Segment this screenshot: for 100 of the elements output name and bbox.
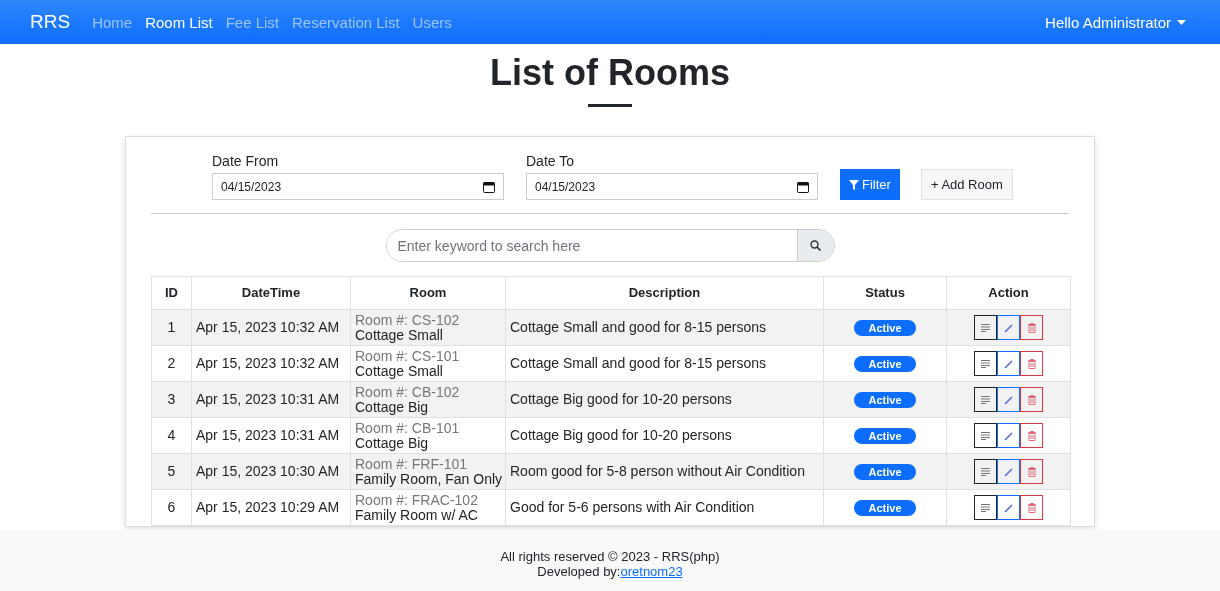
delete-button[interactable] (1020, 423, 1043, 448)
page-title: List of Rooms (490, 52, 730, 94)
field-label: Date To (526, 153, 575, 169)
lines-icon (981, 467, 990, 476)
calendar-icon (483, 180, 495, 193)
table-cell: Apr 15, 2023 10:30 AM (191, 453, 351, 490)
room-number: Room #: CB-102 (355, 384, 461, 400)
trash-icon (1027, 502, 1036, 513)
search-field[interactable]: Enter keyword to search here (385, 229, 835, 262)
view-button[interactable] (974, 423, 997, 448)
table-cell: Cottage Big good for 10-20 persons (505, 381, 824, 418)
view-button[interactable] (974, 459, 997, 484)
nav-link[interactable]: Users (412, 13, 452, 31)
lines-icon (981, 395, 990, 404)
room-name: Family Room, Fan Only (355, 471, 501, 487)
filter-button[interactable]: Filter (840, 169, 900, 200)
copyright-text: All rights reserved © 2023 - RRS(php) (500, 548, 720, 564)
funnel-icon (849, 179, 859, 190)
edit-button[interactable] (997, 495, 1020, 520)
room-number: Room #: CB-101 (355, 420, 461, 436)
pencil-icon (1003, 394, 1014, 405)
title-underline (588, 104, 632, 107)
table-cell: Cottage Small and good for 8-15 persons (505, 345, 824, 382)
status-badge: Active (854, 427, 916, 445)
edit-button[interactable] (997, 459, 1020, 484)
delete-button[interactable] (1020, 459, 1043, 484)
developer-label: Developed by: (537, 563, 621, 579)
status-badge: Active (854, 319, 916, 337)
room-name: Cottage Small (355, 363, 444, 379)
delete-button[interactable] (1020, 495, 1043, 520)
column-header: ID (151, 276, 192, 310)
trash-icon (1027, 394, 1036, 405)
pencil-icon (1003, 430, 1014, 441)
view-button[interactable] (974, 315, 997, 340)
table-cell: 4 (151, 417, 192, 454)
status-badge: Active (854, 391, 916, 409)
table-cell: Good for 5-6 persons with Air Condition (505, 489, 824, 526)
table-cell: 5 (151, 453, 192, 490)
field-label: Date From (212, 153, 280, 169)
table-cell: Room good for 5-8 person without Air Condition (505, 453, 824, 490)
table-cell: Apr 15, 2023 10:32 AM (191, 309, 351, 346)
lines-icon (981, 503, 990, 512)
room-name: Cottage Big (355, 435, 430, 451)
edit-button[interactable] (997, 315, 1020, 340)
delete-button[interactable] (1020, 351, 1043, 376)
view-button[interactable] (974, 495, 997, 520)
delete-button[interactable] (1020, 387, 1043, 412)
trash-icon (1027, 358, 1036, 369)
add-room-button[interactable]: + Add Room (920, 169, 1013, 200)
column-header: Action (946, 276, 1071, 310)
lines-icon (981, 359, 990, 368)
date-field[interactable]: 04/15/2023 (212, 173, 504, 200)
table-cell: Apr 15, 2023 10:32 AM (191, 345, 351, 382)
edit-button[interactable] (997, 351, 1020, 376)
column-header: Description (505, 276, 824, 310)
room-number: Room #: CS-102 (355, 312, 461, 328)
pencil-icon (1003, 502, 1014, 513)
table-cell: 1 (151, 309, 192, 346)
table-cell: Apr 15, 2023 10:31 AM (191, 381, 351, 418)
view-button[interactable] (974, 387, 997, 412)
trash-icon (1027, 322, 1036, 333)
nav-link[interactable]: Room List (145, 13, 213, 31)
search-icon (810, 240, 821, 251)
brand-logo[interactable]: RRS (30, 11, 71, 33)
column-header: DateTime (191, 276, 351, 310)
column-header: Status (823, 276, 947, 310)
nav-link[interactable]: Home (92, 13, 133, 31)
column-header: Room (350, 276, 506, 310)
room-name: Family Room w/ AC (355, 507, 479, 523)
room-number: Room #: CS-101 (355, 348, 461, 364)
calendar-icon (797, 180, 809, 193)
trash-icon (1027, 430, 1036, 441)
table-cell: 3 (151, 381, 192, 418)
table-cell: 2 (151, 345, 192, 382)
search-button[interactable] (796, 230, 834, 261)
table-cell: Cottage Small and good for 8-15 persons (505, 309, 824, 346)
pencil-icon (1003, 466, 1014, 477)
nav-link[interactable]: Reservation List (292, 13, 400, 31)
edit-button[interactable] (997, 387, 1020, 412)
lines-icon (981, 323, 990, 332)
user-menu[interactable]: Hello Administrator (1045, 13, 1186, 31)
table-cell: Apr 15, 2023 10:29 AM (191, 489, 351, 526)
pencil-icon (1003, 358, 1014, 369)
room-name: Cottage Small (355, 327, 444, 343)
status-badge: Active (854, 499, 916, 517)
room-number: Room #: FRF-101 (355, 456, 469, 472)
nav-link[interactable]: Fee List (225, 13, 280, 31)
trash-icon (1027, 466, 1036, 477)
table-cell: Apr 15, 2023 10:31 AM (191, 417, 351, 454)
lines-icon (981, 431, 990, 440)
view-button[interactable] (974, 351, 997, 376)
table-cell: Cottage Big good for 10-20 persons (505, 417, 824, 454)
date-field[interactable]: 04/15/2023 (526, 173, 818, 200)
edit-button[interactable] (997, 423, 1020, 448)
status-badge: Active (854, 355, 916, 373)
delete-button[interactable] (1020, 315, 1043, 340)
caret-icon (1177, 19, 1186, 25)
status-badge: Active (854, 463, 916, 481)
author-link[interactable]: oretnom23 (620, 563, 683, 579)
room-number: Room #: FRAC-102 (355, 492, 479, 508)
